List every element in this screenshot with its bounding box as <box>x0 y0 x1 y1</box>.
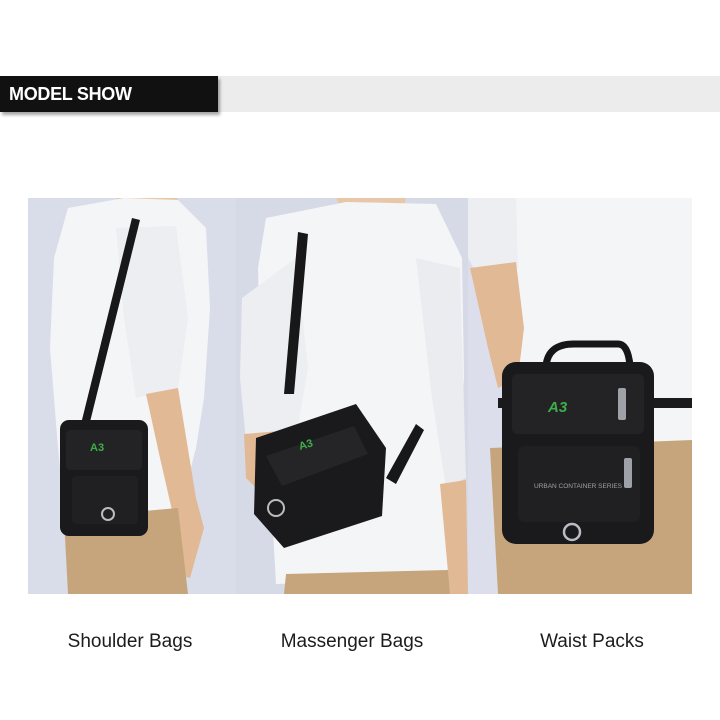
bag-logo: A3 <box>90 442 104 454</box>
photo-waist-pack: A3 URBAN CONTAINER SERIES <box>468 198 692 594</box>
header-dark-tab: MODEL SHOW <box>0 76 218 112</box>
caption-shoulder-bags: Shoulder Bags <box>67 631 193 652</box>
photo-messenger-bag: A3 <box>236 198 468 594</box>
bag-logo: A3 <box>547 399 568 416</box>
section-header: MODEL SHOW <box>0 76 720 112</box>
section-title: MODEL SHOW <box>9 84 132 104</box>
caption-waist-packs: Waist Packs <box>540 631 644 652</box>
header-light-band <box>218 76 720 112</box>
photo-shoulder-bag: A3 <box>28 198 236 594</box>
bag-print: URBAN CONTAINER SERIES <box>534 483 623 490</box>
caption-messenger-bags: Massenger Bags <box>280 631 424 652</box>
